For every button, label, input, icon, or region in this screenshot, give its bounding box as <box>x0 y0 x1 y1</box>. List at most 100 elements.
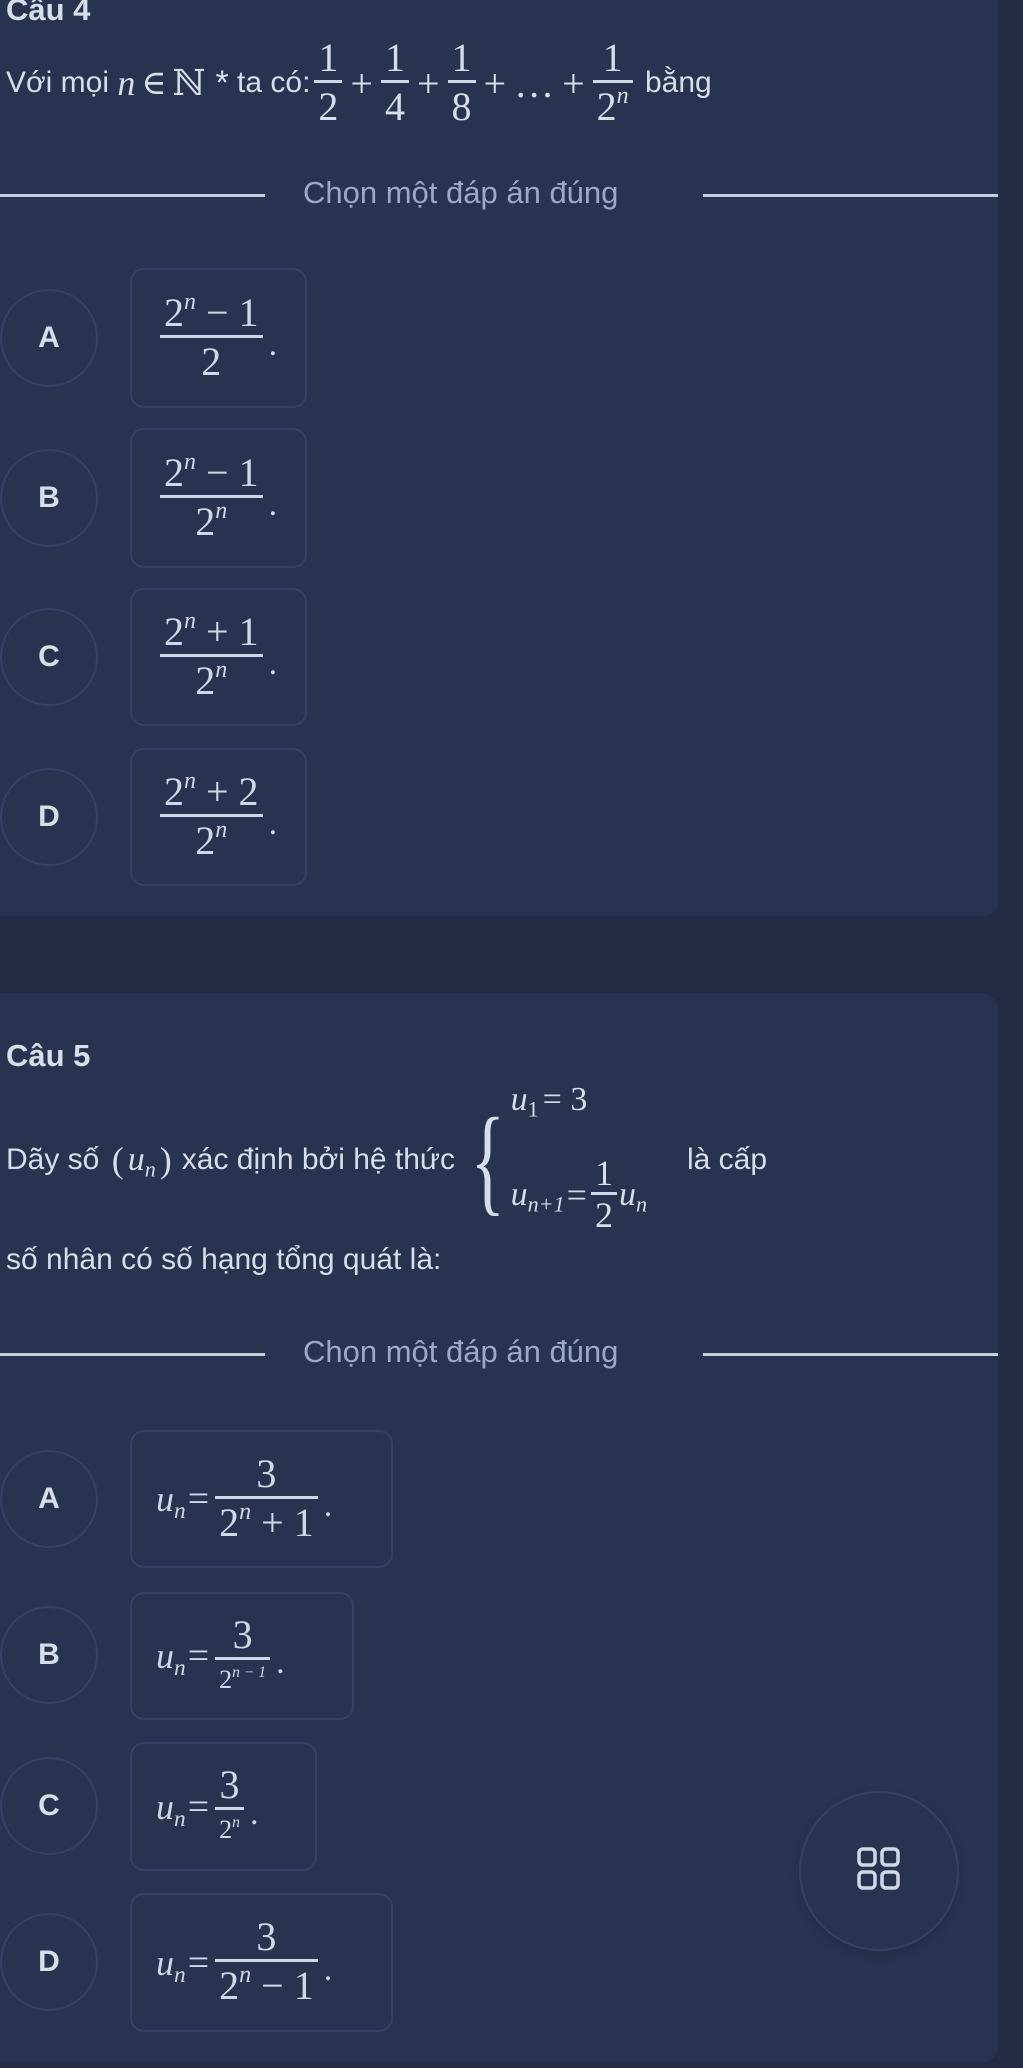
instruction-label: Chọn một đáp án đúng <box>303 175 619 210</box>
period: . <box>276 1644 285 1681</box>
math-system: u1 = 3 un+1 = 1 2 un <box>510 1081 647 1235</box>
den-exponent: n − 1 <box>232 1663 267 1681</box>
option-b-radio[interactable]: B <box>0 449 98 547</box>
den-base: 2 <box>219 1664 233 1694</box>
num-exponent: n <box>184 767 196 794</box>
period: . <box>268 645 278 682</box>
denominator: 2 <box>197 338 225 386</box>
fraction: 1 2n <box>592 34 633 131</box>
question-grid-button[interactable] <box>799 1791 959 1951</box>
instruction-divider: Chọn một đáp án đúng <box>0 175 998 215</box>
option-b-radio[interactable]: B <box>0 1606 98 1704</box>
denominator: 2n − 1 <box>215 1660 270 1700</box>
den-exponent: n <box>215 656 228 683</box>
var-sub: n <box>635 1191 647 1217</box>
den-rest: − 1 <box>251 1963 314 2008</box>
instruction-divider: Chọn một đáp án đúng <box>0 1334 998 1374</box>
period: . <box>268 326 278 363</box>
math-paren: ) <box>159 1140 172 1180</box>
option-a-radio[interactable]: A <box>0 1450 98 1548</box>
den-exponent: n <box>215 497 228 524</box>
den-exponent: n <box>232 1814 240 1832</box>
option-d-radio[interactable]: D <box>0 1913 98 2011</box>
num-base: 2 <box>164 289 184 335</box>
denominator: 2 <box>318 83 339 129</box>
numerator: 1 <box>318 34 339 80</box>
fraction: 1 2 <box>314 34 343 131</box>
var-base: u <box>156 1942 174 1983</box>
grid-icon <box>857 1846 901 1896</box>
option-c-radio[interactable]: C <box>0 1757 98 1855</box>
option-c-answer[interactable]: un = 3 2n . <box>130 1742 317 1871</box>
math-op: = <box>187 1941 210 1984</box>
option-c-answer[interactable]: 2n + 1 2n . <box>130 588 307 726</box>
rhs: = 3 <box>542 1081 588 1118</box>
divider-line <box>0 194 265 197</box>
option-b-answer[interactable]: 2n − 1 2n . <box>130 428 307 568</box>
den-exponent: n <box>239 1498 252 1525</box>
numerator: 1 <box>602 34 623 80</box>
option-d-radio[interactable]: D <box>0 768 98 866</box>
question-prompt: Dãy số ( un ) xác định bởi hệ thức { u1 =… <box>6 1081 767 1235</box>
num-rest: + 2 <box>196 768 259 814</box>
math-star: * <box>215 63 229 102</box>
math-op: + <box>483 60 507 106</box>
option-c-radio[interactable]: C <box>0 608 98 706</box>
denominator: 2n <box>191 817 231 865</box>
option-a-radio[interactable]: A <box>0 289 98 387</box>
math-op: = <box>187 1635 210 1677</box>
num-base: 2 <box>164 608 184 654</box>
var-sub: n <box>174 1655 186 1682</box>
numerator: 1 <box>594 1153 613 1193</box>
prompt-text: Dãy số <box>6 1143 100 1176</box>
fraction: 2n − 1 2n <box>160 450 263 546</box>
lhs: un <box>156 1478 186 1523</box>
prompt-text: bằng <box>645 66 712 99</box>
var-base: u <box>156 1479 174 1519</box>
fraction: 2n + 2 2n <box>160 767 263 865</box>
period: . <box>249 1794 259 1832</box>
lhs: un+1 <box>510 1175 565 1217</box>
denominator: 2n <box>215 1810 244 1850</box>
option-a-answer[interactable]: 2n − 1 2 . <box>130 268 307 408</box>
math-var: un <box>127 1141 156 1182</box>
option-d-answer[interactable]: un = 3 2n − 1 . <box>130 1893 393 2032</box>
math-op: ∈ <box>141 65 167 102</box>
denominator: 2n − 1 <box>215 1962 318 2010</box>
period: . <box>268 486 278 523</box>
fraction: 2n − 1 2 <box>160 288 263 386</box>
denominator: 8 <box>451 83 472 129</box>
math-op: = <box>187 1478 210 1520</box>
num-exponent: n <box>184 288 196 315</box>
numerator: 2n + 2 <box>160 767 263 814</box>
denominator: 2n <box>593 83 633 131</box>
var-sub: n+1 <box>527 1191 565 1217</box>
numerator: 3 <box>256 1914 277 1959</box>
math-var: n <box>117 63 136 103</box>
option-d-answer[interactable]: 2n + 2 2n . <box>130 748 307 886</box>
var-sub: n <box>144 1156 156 1182</box>
fraction: 3 2n + 1 <box>215 1451 318 1547</box>
option-b-answer[interactable]: un = 3 2n − 1 . <box>130 1592 354 1720</box>
var-base: u <box>127 1141 145 1178</box>
option-a-answer[interactable]: un = 3 2n + 1 . <box>130 1430 393 1568</box>
tail: un <box>618 1175 647 1217</box>
lhs: un <box>156 1786 186 1831</box>
denominator: 2n <box>191 657 231 705</box>
den-exponent: n <box>215 816 228 843</box>
question-title: Câu 4 <box>6 0 91 27</box>
var-base: u <box>156 1786 174 1827</box>
fraction: 3 2n − 1 <box>215 1612 271 1700</box>
var-base: u <box>618 1175 636 1213</box>
num-exponent: n <box>184 607 196 634</box>
math-set: ℕ <box>172 63 206 103</box>
var-sub: n <box>174 1961 186 1988</box>
den-exponent: n <box>616 82 629 109</box>
var-sub: n <box>174 1498 186 1525</box>
prompt-text: ta có: <box>237 66 311 99</box>
var-base: u <box>510 1175 528 1213</box>
numerator: 2n + 1 <box>160 607 263 654</box>
var-sub: n <box>174 1805 186 1832</box>
den-base: 2 <box>219 1963 240 2008</box>
den-base: 2 <box>596 83 617 129</box>
